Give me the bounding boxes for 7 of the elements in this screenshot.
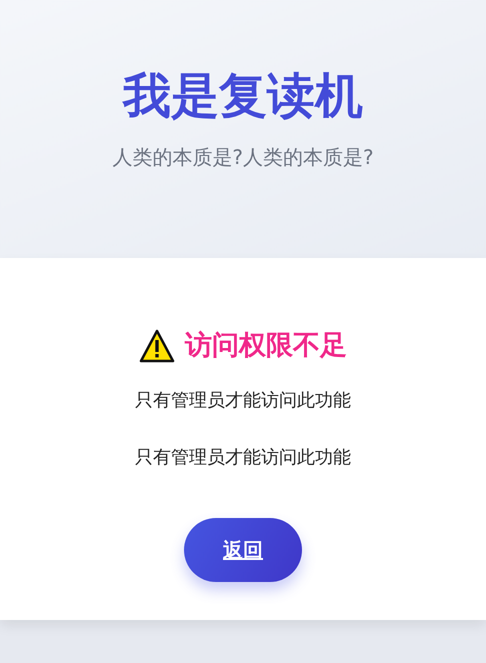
- error-heading: 访问权限不足: [185, 329, 347, 363]
- message-text: 只有管理员才能访问此功能: [135, 446, 351, 470]
- message-text: 只有管理员才能访问此功能: [135, 389, 351, 413]
- page-title: 我是复读机: [123, 67, 363, 126]
- page-subtitle: 人类的本质是?人类的本质是?: [112, 144, 374, 171]
- warning-icon: [139, 329, 175, 363]
- back-button[interactable]: 返回: [184, 518, 302, 582]
